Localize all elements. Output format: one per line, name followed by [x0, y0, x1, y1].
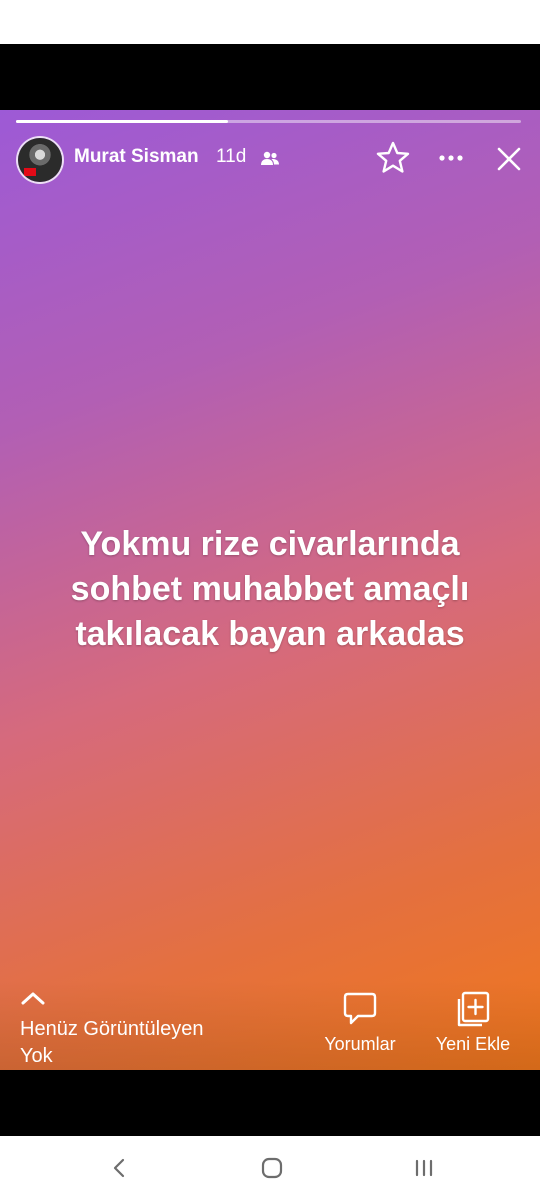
viewers-label-line: Yok: [20, 1045, 53, 1067]
comment-icon[interactable]: [342, 990, 378, 1028]
home-icon[interactable]: [260, 1156, 284, 1180]
story-text: Yokmu rize civarlarında sohbet muhabbet …: [20, 522, 520, 657]
friends-icon: [261, 151, 279, 165]
system-nav-bar: [0, 1136, 540, 1200]
story-progress-fill: [16, 120, 229, 123]
chevron-up-icon[interactable]: [20, 990, 46, 1006]
status-bar: [0, 0, 540, 44]
add-story-button[interactable]: Yeni Ekle: [426, 1034, 520, 1055]
story-timestamp: 11d: [216, 146, 247, 167]
story-viewer[interactable]: Murat Sisman 11d Yokmu rize civarlarında…: [0, 110, 540, 1070]
star-icon[interactable]: [375, 140, 411, 176]
story-progress-bar: [16, 120, 521, 123]
viewers-label[interactable]: Henüz Görüntüleyen Yok: [20, 1016, 260, 1070]
viewers-label-line: Henüz Görüntüleyen: [20, 1018, 204, 1040]
flag-badge: [24, 168, 36, 176]
bottom-letterbox: [0, 1070, 540, 1136]
back-icon[interactable]: [108, 1156, 132, 1180]
add-story-icon[interactable]: [454, 990, 492, 1028]
story-text-line: takılacak bayan arkadas: [75, 615, 465, 653]
story-text-line: Yokmu rize civarlarında: [80, 525, 460, 563]
close-icon[interactable]: [494, 144, 524, 174]
author-avatar[interactable]: [18, 138, 62, 182]
story-text-line: sohbet muhabbet amaçlı: [70, 570, 470, 608]
recents-icon[interactable]: [412, 1156, 436, 1180]
comments-button[interactable]: Yorumlar: [312, 1034, 408, 1055]
more-icon[interactable]: [436, 146, 466, 170]
author-name[interactable]: Murat Sisman: [74, 146, 199, 168]
top-letterbox: [0, 44, 540, 110]
